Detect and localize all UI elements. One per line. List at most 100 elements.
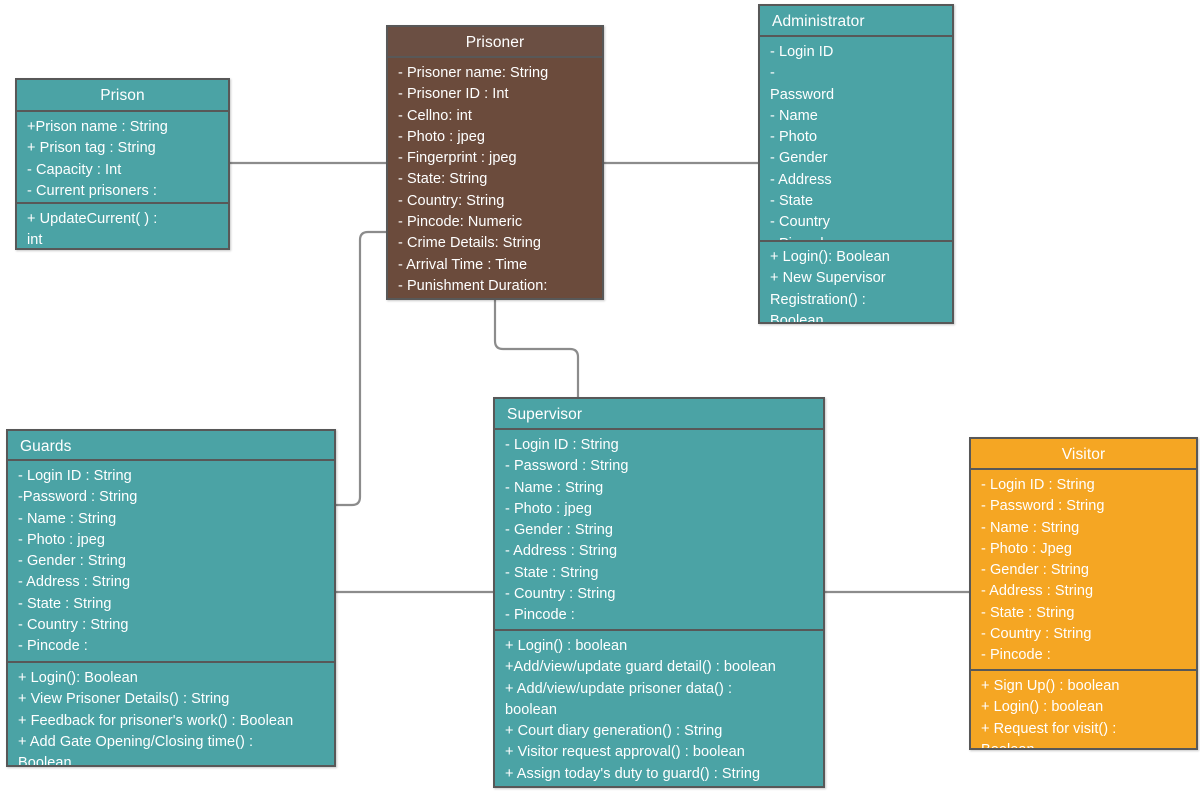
- attribute-row: - Prisoner name: String: [398, 65, 549, 81]
- attribute-row: - Pincode :: [981, 647, 1051, 664]
- attribute-row: - Gender : String: [18, 553, 127, 570]
- operation-row: Boolean: [981, 741, 1035, 750]
- attribute-row: - Address: [770, 171, 832, 188]
- attribute-row: - Country : String: [981, 626, 1092, 643]
- attribute-row: - Login ID : String: [18, 468, 132, 484]
- attribute-row: - Pincode :: [18, 638, 88, 655]
- attribute-row: - State : String: [18, 595, 112, 612]
- operation-row: + Add Gate Opening/Closing time() :: [18, 733, 254, 750]
- attribute-row: - Login ID : String: [981, 477, 1095, 493]
- operation-row: +Add/view/update guard detail() : boolea…: [505, 659, 776, 676]
- class-title-supervisor: Supervisor: [495, 399, 823, 430]
- attribute-row: - Name : String: [18, 510, 117, 527]
- attribute-row: -Password : String: [18, 489, 138, 506]
- attribute-row: - Photo: [770, 129, 818, 146]
- attribute-row: - Pincode: [770, 234, 944, 240]
- class-operations-administrator: + Login(): Boolean + New Supervisor Regi…: [760, 242, 952, 324]
- class-box-guards[interactable]: Guards - Login ID : String -Password : S…: [6, 429, 336, 767]
- attribute-row: -: [770, 65, 775, 82]
- attribute-row: - State: [770, 193, 814, 210]
- attribute-row: - Fingerprint : jpeg: [398, 150, 517, 167]
- class-attributes-prisoner: - Prisoner name: String - Prisoner ID : …: [388, 58, 602, 298]
- attribute-row: - Name : String: [505, 479, 604, 496]
- attribute-row: - Prisoner ID : Int: [398, 86, 509, 103]
- attribute-row: - Address : String: [18, 574, 131, 591]
- class-operations-guards: + Login(): Boolean + View Prisoner Detai…: [8, 663, 334, 767]
- class-box-prisoner[interactable]: Prisoner - Prisoner name: String - Priso…: [386, 25, 604, 300]
- attribute-row: - Crime Details: String: [398, 235, 541, 252]
- attribute-row: - Password : String: [505, 458, 629, 475]
- operation-row: + Sign Up() : boolean: [981, 678, 1120, 694]
- operation-row: boolean: [505, 701, 557, 718]
- attribute-row: - Country : String: [18, 617, 129, 634]
- class-attributes-guards: - Login ID : String -Password : String -…: [8, 461, 334, 663]
- attribute-row: +Prison name : String: [27, 119, 168, 135]
- operation-row: + Court diary generation() : String: [505, 723, 723, 740]
- attribute-row: - Address : String: [505, 543, 618, 560]
- connector-prisoner-supervisor: [493, 300, 580, 397]
- attribute-row: - Name: [770, 107, 818, 124]
- class-title-administrator: Administrator: [760, 6, 952, 37]
- operation-row: + Login() : boolean: [505, 638, 628, 654]
- attribute-row: - Photo : jpeg: [505, 500, 592, 517]
- attribute-row: - State : String: [505, 564, 599, 581]
- class-title-guards: Guards: [8, 431, 334, 461]
- class-attributes-prison: +Prison name : String + Prison tag : Str…: [17, 112, 228, 204]
- operation-row: + Add/view/update prisoner data() :: [505, 680, 733, 697]
- attribute-row: - Pincode: Numeric: [398, 214, 523, 231]
- attribute-row: - State: String: [398, 171, 488, 188]
- operation-row: + Feedback for prisoner's work() : Boole…: [18, 712, 294, 729]
- attribute-row: - Gender : String: [505, 522, 614, 539]
- class-operations-visitor: + Sign Up() : boolean + Login() : boolea…: [971, 671, 1196, 750]
- operation-row: + New Supervisor: [770, 270, 886, 287]
- attribute-row: - Photo : jpeg: [18, 531, 105, 548]
- class-box-administrator[interactable]: Administrator - Login ID - Password - Na…: [758, 4, 954, 324]
- class-attributes-visitor: - Login ID : String - Password : String …: [971, 470, 1196, 671]
- attribute-row: - Address : String: [981, 583, 1094, 600]
- operation-row: + View Prisoner Details() : String: [18, 691, 230, 708]
- attribute-row: - Punishment Duration:: [398, 277, 548, 294]
- attribute-row: + Prison tag : String: [27, 140, 156, 157]
- attribute-row: Time: [398, 297, 594, 298]
- attribute-row: - Capacity : Int: [27, 161, 122, 178]
- attribute-row: - Pincode :: [505, 607, 575, 624]
- operation-row: + UpdateCurrent( ) :: [27, 211, 158, 227]
- attribute-row: - Login ID : String: [505, 437, 619, 453]
- class-box-prison[interactable]: Prison +Prison name : String + Prison ta…: [15, 78, 230, 250]
- class-box-visitor[interactable]: Visitor - Login ID : String - Password :…: [969, 437, 1198, 750]
- attribute-row: - Name : String: [981, 519, 1080, 536]
- class-attributes-supervisor: - Login ID : String - Password : String …: [495, 430, 823, 631]
- operation-row: + Login() : boolean: [981, 699, 1104, 716]
- attribute-row: - Gender: [770, 150, 828, 167]
- operation-row: Boolean: [18, 755, 72, 767]
- class-attributes-administrator: - Login ID - Password - Name - Photo - G…: [760, 37, 952, 242]
- attribute-row: - Login ID: [770, 44, 834, 60]
- attribute-row: - Photo : Jpeg: [981, 540, 1072, 557]
- operation-row: int: [27, 232, 43, 248]
- attribute-row: - Gender : String: [981, 562, 1090, 579]
- operation-row: + Request for visit() :: [981, 720, 1117, 737]
- operation-row: + Login(): Boolean: [770, 249, 890, 265]
- operation-row: Boolean: [770, 312, 824, 324]
- operation-row: + Visitor request approval() : boolean: [505, 744, 745, 761]
- attribute-row: - State : String: [981, 604, 1075, 621]
- class-diagram-canvas: Prison +Prison name : String + Prison ta…: [0, 0, 1200, 793]
- operation-row: + Assign today's duty to guard() : Strin…: [505, 765, 761, 782]
- attribute-row: - Country : String: [505, 586, 616, 603]
- class-operations-supervisor: + Login() : boolean +Add/view/update gua…: [495, 631, 823, 786]
- connector-prisoner-guards: [336, 230, 386, 507]
- class-operations-prison: + UpdateCurrent( ) : int: [17, 204, 228, 248]
- class-title-visitor: Visitor: [971, 439, 1196, 470]
- attribute-row: - Arrival Time : Time: [398, 256, 528, 273]
- attribute-row: - Country: [770, 214, 831, 231]
- class-title-prison: Prison: [17, 80, 228, 112]
- class-title-prisoner: Prisoner: [388, 27, 602, 58]
- attribute-row: - Photo : jpeg: [398, 128, 485, 145]
- operation-row: Registration() :: [770, 291, 866, 308]
- class-box-supervisor[interactable]: Supervisor - Login ID : String - Passwor…: [493, 397, 825, 788]
- attribute-row: - Cellno: int: [398, 107, 472, 124]
- attribute-row: - Current prisoners :: [27, 182, 157, 199]
- operation-row: + Login(): Boolean: [18, 670, 138, 686]
- attribute-row: - Country: String: [398, 192, 505, 209]
- attribute-row: Password: [770, 86, 835, 103]
